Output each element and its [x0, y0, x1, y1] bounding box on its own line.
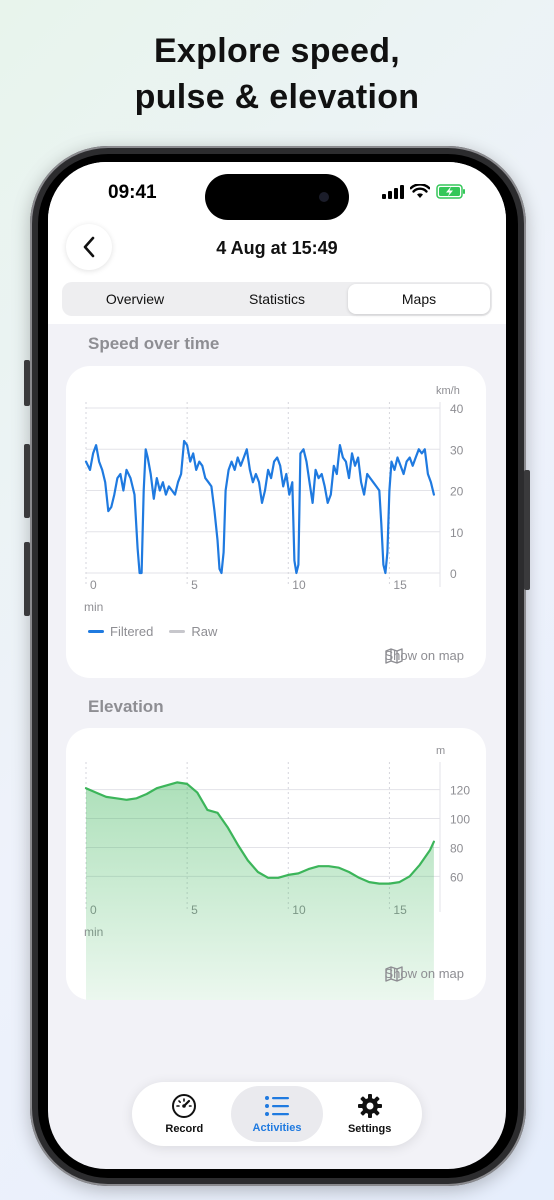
headline: Explore speed, pulse & elevation	[0, 28, 554, 120]
speed-section-title: Speed over time	[88, 334, 220, 353]
y-tick-label: 120	[450, 784, 470, 798]
legend-raw[interactable]: Raw	[169, 624, 217, 639]
y-axis-unit: m	[436, 745, 445, 757]
tab-maps[interactable]: Maps	[348, 284, 490, 314]
gear-icon	[357, 1094, 382, 1118]
tab-overview[interactable]: Overview	[64, 284, 206, 314]
map-icon	[384, 966, 403, 982]
legend-filtered-swatch	[88, 630, 104, 633]
status-icons	[382, 184, 466, 199]
camera-dot	[319, 192, 329, 202]
action-button	[24, 360, 30, 406]
tabbar-activities[interactable]: Activities	[230, 1086, 324, 1142]
wifi-icon	[410, 184, 430, 198]
y-tick-label: 30	[450, 443, 464, 457]
y-tick-label: 60	[450, 870, 464, 884]
power-button	[524, 470, 530, 590]
elevation-chart-card: 6080100120051015mmin Show on map	[66, 728, 486, 1000]
x-tick-label: 0	[90, 578, 97, 592]
headline-line-1: Explore speed,	[153, 32, 401, 70]
legend-filtered-label: Filtered	[110, 624, 154, 639]
legend-raw-label: Raw	[191, 624, 218, 639]
tabbar-settings[interactable]: Settings	[323, 1086, 416, 1142]
y-tick-label: 10	[450, 526, 464, 540]
legend-raw-swatch	[169, 630, 186, 633]
map-icon	[384, 648, 403, 664]
legend-filtered[interactable]: Filtered	[88, 624, 153, 639]
y-axis-unit: km/h	[436, 385, 460, 397]
app-screen: 09:41 4 Aug at 15:49 Overview Statistics…	[48, 162, 506, 1169]
page-title: 4 Aug at 15:49	[216, 238, 338, 258]
speed-legend: Filtered Raw	[88, 624, 217, 639]
elevation-chart: 6080100120051015mmin	[84, 745, 470, 1000]
elevation-section-title: Elevation	[88, 697, 164, 716]
volume-up-button	[24, 444, 30, 518]
y-tick-label: 0	[450, 567, 457, 581]
x-axis-unit: min	[84, 600, 103, 614]
tabbar-activities-label: Activities	[252, 1122, 302, 1134]
y-tick-label: 100	[450, 813, 470, 827]
tabbar-settings-label: Settings	[347, 1123, 392, 1135]
series-line-filtered	[84, 439, 435, 575]
headline-line-2: pulse & elevation	[134, 78, 420, 116]
battery-charging-icon	[436, 184, 465, 199]
dynamic-island	[205, 174, 349, 220]
y-tick-label: 20	[450, 485, 464, 499]
cellular-signal-icon	[382, 184, 404, 199]
list-icon	[265, 1096, 289, 1116]
y-tick-label: 40	[450, 402, 464, 416]
speed-show-on-map-button[interactable]: Show on map	[384, 648, 464, 664]
speed-chart-card: 0 10 20 30 40 0 5 10 15 km/h min Filtered Raw Show…	[66, 366, 486, 678]
segmented-control: Overview Statistics Maps	[62, 282, 492, 316]
x-tick-label: 10	[292, 578, 306, 592]
tabbar-record-label: Record	[165, 1123, 204, 1135]
elevation-area-fill	[86, 782, 434, 1000]
tab-statistics[interactable]: Statistics	[206, 284, 348, 314]
x-tick-label: 5	[191, 578, 198, 592]
y-tick-label: 80	[450, 841, 464, 855]
elevation-show-on-map-button[interactable]: Show on map	[384, 966, 464, 982]
volume-down-button	[24, 542, 30, 616]
speedometer-icon	[172, 1094, 197, 1118]
tab-bar: Record Activities Settings	[132, 1082, 422, 1146]
status-time: 09:41	[108, 182, 157, 203]
tabbar-record[interactable]: Record	[138, 1086, 231, 1142]
x-tick-label: 15	[393, 578, 407, 592]
